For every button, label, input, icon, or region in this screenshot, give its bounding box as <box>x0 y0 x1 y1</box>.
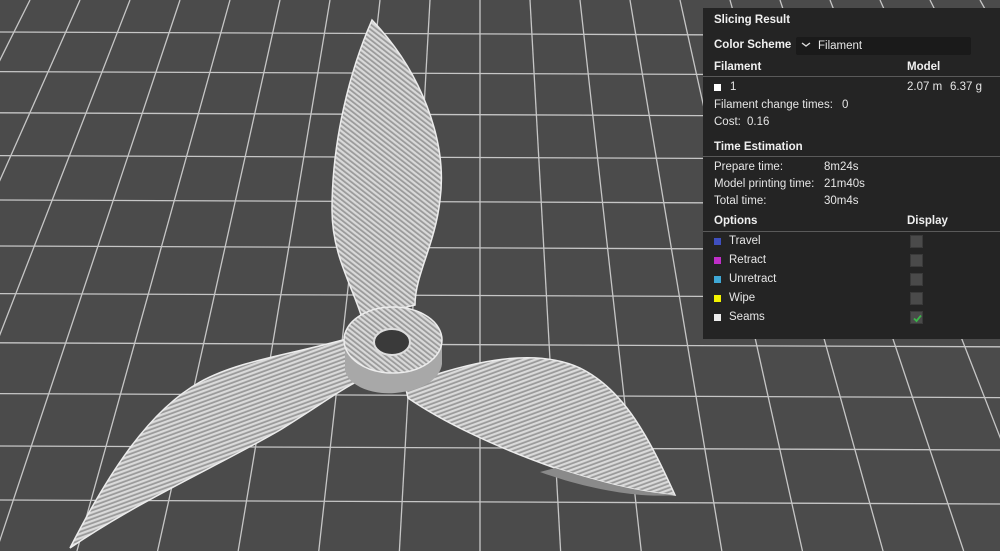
model-printing-time-value: 21m40s <box>824 178 865 190</box>
option-unretract-label: Unretract <box>729 273 777 285</box>
cost-label: Cost: <box>714 116 741 128</box>
retract-color-swatch <box>714 257 721 264</box>
propeller-model <box>69 18 677 549</box>
retract-display-checkbox[interactable] <box>910 254 923 267</box>
travel-color-swatch <box>714 238 721 245</box>
travel-display-checkbox[interactable] <box>910 235 923 248</box>
unretract-display-checkbox[interactable] <box>910 273 923 286</box>
option-seams-label: Seams <box>729 311 765 323</box>
color-scheme-dropdown[interactable]: Filament <box>796 37 971 55</box>
slicing-result-panel: Slicing Result Color Scheme Filament Fil… <box>703 8 1000 339</box>
filament-length: 2.07 m <box>907 81 943 93</box>
filament-index: 1 <box>730 81 737 93</box>
time-estimation-title: Time Estimation <box>714 141 803 153</box>
seams-display-checkbox[interactable] <box>910 311 923 324</box>
option-travel-label: Travel <box>729 235 761 247</box>
prepare-time-label: Prepare time: <box>714 161 784 173</box>
blade-top <box>331 18 443 319</box>
unretract-color-swatch <box>714 276 721 283</box>
blade-right <box>404 357 677 496</box>
option-retract-label: Retract <box>729 254 767 266</box>
filament-weight: 6.37 g <box>950 81 982 93</box>
seams-color-swatch <box>714 314 721 321</box>
check-icon <box>913 314 922 323</box>
display-header: Display <box>907 215 948 227</box>
wipe-color-swatch <box>714 295 721 302</box>
color-scheme-value: Filament <box>818 40 863 52</box>
prepare-time-value: 8m24s <box>824 161 859 173</box>
chevron-down-icon <box>800 38 812 53</box>
divider <box>703 156 1000 157</box>
total-time-value: 30m4s <box>824 195 859 207</box>
model-header: Model <box>907 61 941 73</box>
divider <box>703 76 1000 77</box>
filament-header: Filament <box>714 61 762 73</box>
filament-change-value: 0 <box>842 99 849 111</box>
divider <box>703 231 1000 232</box>
hub-hole <box>373 328 411 356</box>
blade-left <box>69 337 361 549</box>
total-time-label: Total time: <box>714 195 767 207</box>
panel-title: Slicing Result <box>714 14 791 26</box>
options-header: Options <box>714 215 758 227</box>
color-scheme-label: Color Scheme <box>714 39 792 51</box>
wipe-display-checkbox[interactable] <box>910 292 923 305</box>
filament-change-label: Filament change times: <box>714 99 833 111</box>
model-printing-time-label: Model printing time: <box>714 178 815 190</box>
cost-value: 0.16 <box>747 116 770 128</box>
option-wipe-label: Wipe <box>729 292 756 304</box>
filament-color-swatch <box>714 84 721 91</box>
